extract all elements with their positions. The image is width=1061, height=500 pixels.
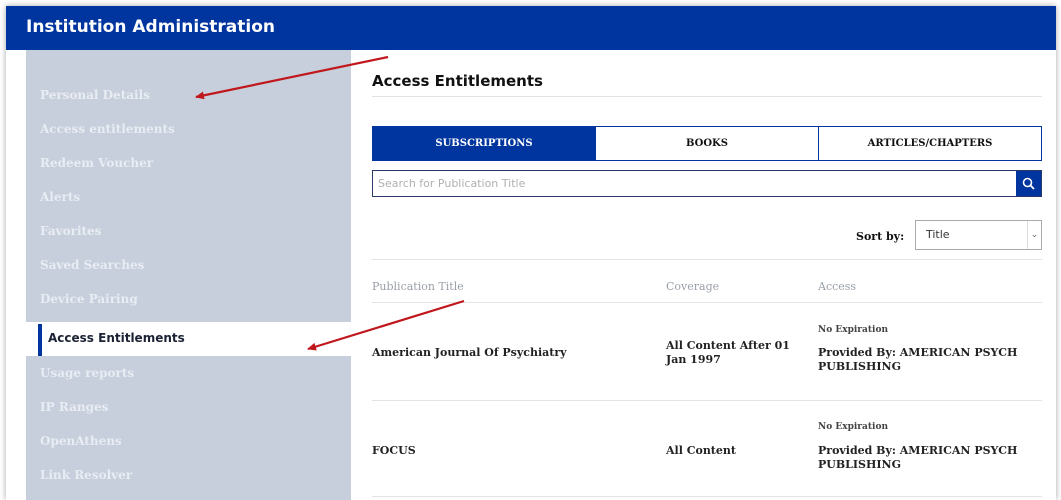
- page-title: Access Entitlements: [372, 72, 543, 90]
- row-expiration: No Expiration: [818, 325, 888, 335]
- row-coverage: All Content: [666, 444, 736, 457]
- sidebar-item-label: Usage reports: [40, 366, 135, 380]
- sidebar-item-label: OpenAthens: [40, 434, 122, 448]
- sidebar-item-ip-ranges[interactable]: IP Ranges: [26, 391, 351, 425]
- chevron-down-icon: ⌄: [1027, 221, 1041, 249]
- header-title: Institution Administration: [26, 17, 276, 37]
- row-provider: Provided By: AMERICAN PSYCH PUBLISHING: [818, 346, 1018, 373]
- sidebar-item-alerts[interactable]: Alerts: [26, 181, 351, 215]
- header-bar: Institution Administration: [6, 6, 1056, 50]
- column-header-coverage: Coverage: [666, 280, 720, 293]
- tab-bar: SUBSCRIPTIONS BOOKS ARTICLES/CHAPTERS: [372, 126, 1042, 161]
- search-icon: [1022, 177, 1035, 190]
- sidebar-item-saved-searches[interactable]: Saved Searches: [26, 249, 351, 283]
- sidebar-item-usage-reports[interactable]: Usage reports: [26, 357, 351, 391]
- sidebar-item-label: Link Resolver: [40, 468, 133, 482]
- tab-articles-chapters[interactable]: ARTICLES/CHAPTERS: [818, 127, 1041, 160]
- active-indicator: [38, 324, 42, 356]
- sidebar-item-link-resolver[interactable]: Link Resolver: [26, 459, 351, 493]
- sidebar-item-label: Access Entitlements: [48, 331, 185, 345]
- row-title[interactable]: American Journal Of Psychiatry: [372, 346, 652, 360]
- sidebar-item-openathens[interactable]: OpenAthens: [26, 425, 351, 459]
- sidebar-item-redeem-voucher[interactable]: Redeem Voucher: [26, 147, 351, 181]
- sidebar-item-label: Alerts: [40, 190, 81, 204]
- row-expiration: No Expiration: [818, 422, 888, 432]
- main-content: Access Entitlements SUBSCRIPTIONS BOOKS …: [372, 50, 1044, 500]
- sidebar: Personal Details Access entitlements Red…: [26, 50, 351, 500]
- sidebar-item-label: Personal Details: [40, 88, 150, 102]
- divider: [372, 400, 1042, 401]
- tab-subscriptions[interactable]: SUBSCRIPTIONS: [373, 127, 595, 160]
- sidebar-item-access-entitlements-lower[interactable]: Access entitlements: [26, 113, 351, 147]
- sidebar-item-access-entitlements[interactable]: Access Entitlements: [26, 322, 351, 356]
- tab-books[interactable]: BOOKS: [595, 127, 818, 160]
- row-title[interactable]: FOCUS: [372, 444, 652, 458]
- sidebar-item-label: Favorites: [40, 224, 102, 238]
- search-button[interactable]: [1016, 171, 1041, 196]
- row-coverage: All Content After 01 Jan 1997: [666, 339, 790, 366]
- sidebar-item-label: Device Pairing: [40, 292, 138, 306]
- sort-select[interactable]: Title ⌄: [915, 220, 1042, 250]
- search-bar: [372, 170, 1042, 197]
- sort-value: Title: [926, 228, 950, 241]
- sort-label: Sort by:: [856, 230, 905, 243]
- divider: [372, 96, 1042, 97]
- sidebar-item-personal-details[interactable]: Personal Details: [26, 79, 351, 113]
- column-header-title: Publication Title: [372, 280, 464, 293]
- sidebar-item-label: Saved Searches: [40, 258, 145, 272]
- row-provider: Provided By: AMERICAN PSYCH PUBLISHING: [818, 444, 1018, 471]
- sidebar-item-device-pairing[interactable]: Device Pairing: [26, 283, 351, 317]
- sidebar-item-favorites[interactable]: Favorites: [26, 215, 351, 249]
- sidebar-item-label: Access entitlements: [40, 122, 175, 136]
- divider: [372, 302, 1042, 303]
- sidebar-item-label: IP Ranges: [40, 400, 109, 414]
- divider: [372, 496, 1042, 497]
- search-input[interactable]: [373, 171, 1017, 196]
- app-window: Institution Administration Personal Deta…: [6, 6, 1056, 500]
- sidebar-item-label: Redeem Voucher: [40, 156, 154, 170]
- column-header-access: Access: [818, 280, 857, 293]
- divider: [372, 259, 1042, 260]
